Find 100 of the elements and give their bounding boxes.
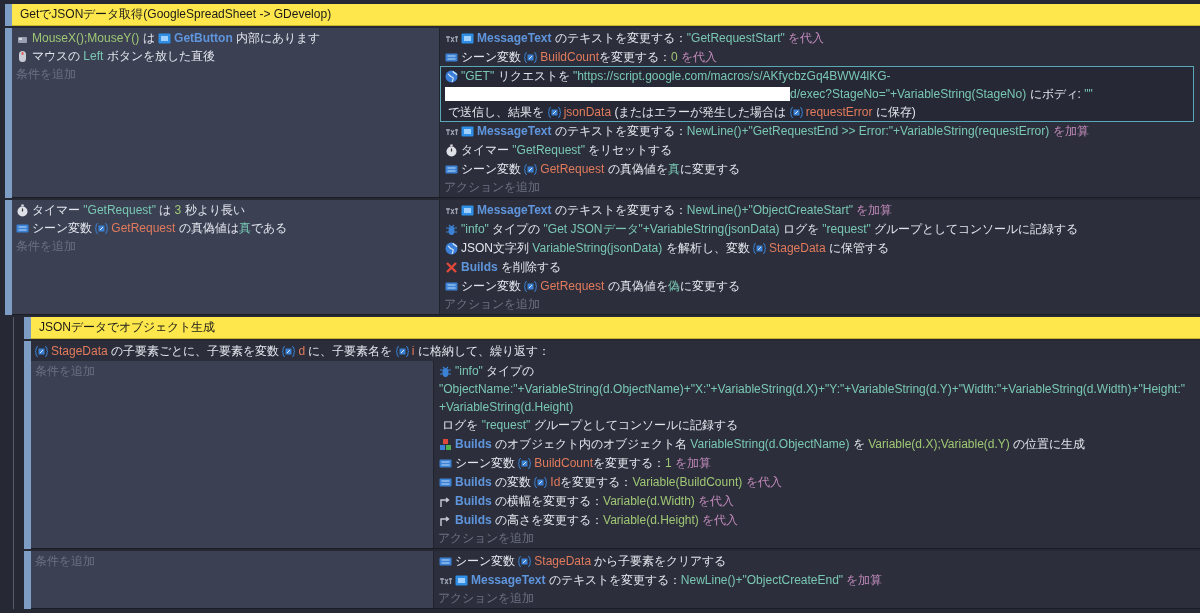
expression-text: "request" <box>481 417 531 434</box>
object-icon <box>461 124 474 138</box>
instruction-text: シーン変数 <box>461 161 522 178</box>
bug-icon <box>439 364 452 378</box>
action-row[interactable]: MessageText のテキストを変更する：NewLine()+"GetRequestEnd >> Error:"+VariableString(requestError) を加算 <box>440 121 1194 141</box>
instruction-text: の真偽値を <box>606 278 668 295</box>
action-row[interactable]: シーン変数 StageData から子要素をクリアする <box>434 551 1194 571</box>
variable-name: jsonData <box>563 104 612 121</box>
expression-text: "GetRequest" <box>83 202 156 219</box>
instruction-text: に保管する <box>827 240 889 257</box>
group-title[interactable]: JSONデータでオブジェクト生成 <box>31 317 1200 339</box>
group-handle[interactable] <box>5 4 12 26</box>
instruction-text: を <box>851 436 866 453</box>
action-row[interactable]: JSON文字列 VariableString(jsonData) を解析し、変数 StageData に保管する <box>440 238 1194 258</box>
variable-name: GetRequest <box>540 278 605 295</box>
object-name: Builds <box>455 436 492 453</box>
variable-icon <box>395 344 409 358</box>
value-text: Variable(d.X);Variable(d.Y) <box>868 436 1010 453</box>
instruction-text: を変更する： <box>599 49 672 66</box>
expression-text: "ObjectName:"+VariableString(d.ObjectName)+"X:"+VariableString(d.X)+"Y:"+VariableString(d.Y)+"Width:"+VariableString(d.Width)+"Height:"+VariableString(d.Height) <box>439 381 1187 416</box>
variable-name: d <box>298 343 306 360</box>
value-text: Variable(d.Width) <box>603 493 695 510</box>
action-row[interactable]: MessageText のテキストを変更する："GetRequestStart" を代入 <box>440 28 1194 48</box>
group-handle[interactable] <box>24 317 31 339</box>
event-handle[interactable] <box>5 28 12 198</box>
event-handle[interactable] <box>24 341 31 549</box>
instruction-text: グループとしてコンソールに記録する <box>873 221 1079 238</box>
action-row[interactable]: Builds の高さを変更する：Variable(d.Height) を代入 <box>434 510 1194 530</box>
expression-text: "GET" <box>461 68 495 85</box>
action-row[interactable]: Builds の横幅を変更する：Variable(d.Width) を代入 <box>434 491 1194 511</box>
expression-text: 真 <box>667 161 680 178</box>
operator-text: を代入 <box>787 30 825 47</box>
action-row[interactable]: シーン変数 BuildCountを変更する：1 を加算 <box>434 453 1194 473</box>
action-row[interactable]: シーン変数 GetRequest の真偽値を真に変更する <box>440 159 1194 179</box>
variable-icon <box>789 105 803 119</box>
instruction-text: (またはエラーが発生した場合は <box>613 104 788 121</box>
globe-icon <box>445 241 458 255</box>
instruction-text: 内部にあります <box>235 30 321 47</box>
instruction-text: の高さを変更する： <box>494 512 603 529</box>
action-row[interactable]: MessageText のテキストを変更する：NewLine()+"ObjectCreateStart" を加算 <box>440 200 1194 220</box>
event-handle[interactable] <box>5 200 12 315</box>
instruction-text: の変数 <box>494 474 532 491</box>
operator-text: を加算 <box>845 572 883 589</box>
object-name: Builds <box>455 474 492 491</box>
expression-text: "Get JSONデータ"+VariableString(jsonData) <box>543 221 780 238</box>
instruction-text: タイプの <box>485 363 536 380</box>
object-name: GetButton <box>174 30 233 47</box>
instruction-text: ログを <box>441 417 480 434</box>
instruction-text: ログを <box>781 221 820 238</box>
instruction-text: 秒より長い <box>183 202 245 219</box>
instruction-text: シーン変数 <box>455 455 516 472</box>
object-name: Builds <box>455 512 492 529</box>
instruction-text: ボタンを放した直後 <box>105 48 215 65</box>
delete-icon <box>445 260 458 274</box>
instruction-text: の真偽値は <box>177 220 239 237</box>
variable-name: GetRequest <box>540 161 605 178</box>
variable-icon <box>282 344 296 358</box>
mouse-icon <box>16 49 29 63</box>
object-icon <box>455 573 468 587</box>
instruction-text: に変更する <box>679 278 740 295</box>
instruction-text: の真偽値を <box>606 161 668 178</box>
expression-text: "info" <box>455 363 483 380</box>
instruction-text: に格納して、繰り返す： <box>416 343 550 360</box>
action-row[interactable]: シーン変数 BuildCountを変更する：0 を代入 <box>440 47 1194 67</box>
object-name: MessageText <box>471 572 546 589</box>
instruction-text: のテキストを変更する： <box>553 202 687 219</box>
action-row[interactable]: タイマー "GetRequest" をリセットする <box>440 140 1194 160</box>
instruction-text: にボディ: <box>1028 86 1082 103</box>
expression-text: "" <box>1084 86 1093 103</box>
object-icon <box>461 31 474 45</box>
instruction-text: シーン変数 <box>455 553 516 570</box>
action-row[interactable]: "info" タイプの "Get JSONデータ"+VariableString(jsonData) ログを "request" グループとしてコンソールに記録する <box>440 219 1194 239</box>
instruction-text: の横幅を変更する： <box>494 493 603 510</box>
action-row[interactable]: "GET" リクエストを "https://script.google.com/macros/s/AKfycbzGq4BWW4lKG- d/exec?StageNo="+VariableString(StageNo) にボディ: "" で送信し、結果を jsonData (またはエラーが発生した場合は requestError に保存) <box>440 66 1194 122</box>
instruction-text: を削除する <box>500 259 561 276</box>
operator-text: を代入 <box>697 493 735 510</box>
action-row[interactable]: シーン変数 GetRequest の真偽値を偽に変更する <box>440 276 1194 296</box>
instruction-text: に変更する <box>679 161 740 178</box>
instruction-text: マウスの <box>32 48 81 65</box>
object-icon <box>158 31 172 45</box>
operator-text: を代入 <box>680 49 718 66</box>
instruction-text: から子要素をクリアする <box>593 553 727 570</box>
variable-icon <box>518 554 532 568</box>
value-text: 3 <box>174 202 182 219</box>
action-row[interactable]: MessageText のテキストを変更する：NewLine()+"ObjectCreateEnd" を加算 <box>434 570 1194 590</box>
variable-icon <box>534 475 548 489</box>
value-text: Variable(BuildCount) <box>632 474 743 491</box>
variable-icon <box>524 162 538 176</box>
instruction-text: は <box>141 30 156 47</box>
action-row[interactable]: Builds のオブジェクト内のオブジェクト名 VariableString(d.ObjectName) を Variable(d.X);Variable(d.Y) の位置に生成 <box>434 434 1194 454</box>
stopwatch-icon <box>16 203 29 217</box>
variable-icon <box>524 279 538 293</box>
group-title[interactable]: GetでJSONデータ取得(GoogleSpreadSheet -> GDevelop) <box>12 4 1200 26</box>
event-handle[interactable] <box>24 551 31 609</box>
object-name: MessageText <box>477 30 552 47</box>
action-row[interactable]: Builds を削除する <box>440 257 1194 277</box>
action-row[interactable]: Builds の変数 Idを変更する：Variable(BuildCount) を代入 <box>434 472 1194 492</box>
variable-icon <box>524 50 538 64</box>
expression-text: 偽 <box>667 278 680 295</box>
variable-icon <box>752 241 766 255</box>
